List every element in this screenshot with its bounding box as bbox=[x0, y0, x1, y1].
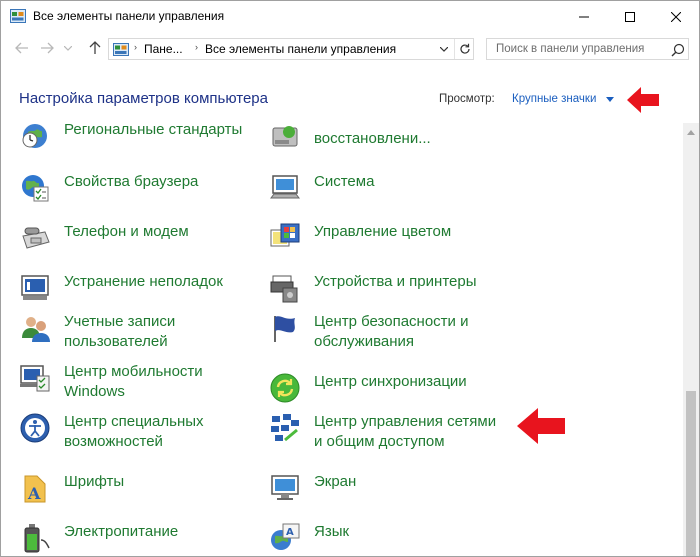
item-label: восстановлени... bbox=[314, 130, 431, 147]
item-internet-options[interactable]: Свойства браузера bbox=[19, 172, 259, 216]
chevron-down-icon bbox=[440, 46, 448, 52]
item-label: Свойства браузера bbox=[64, 173, 199, 190]
item-label: Центр управления сетями и общим доступом bbox=[314, 413, 497, 450]
item-label: Телефон и модем bbox=[64, 223, 189, 240]
item-label: Центр мобильности Windows bbox=[64, 363, 203, 400]
item-user-accounts[interactable]: Учетные записи пользователей bbox=[19, 312, 259, 356]
close-button[interactable] bbox=[653, 1, 699, 32]
caret-down-icon[interactable] bbox=[606, 97, 614, 102]
close-icon bbox=[671, 11, 681, 22]
red-arrow-annotation bbox=[627, 87, 659, 113]
search-box[interactable]: Поиск в панели управления bbox=[486, 38, 689, 60]
item-security-maintenance[interactable]: Центр безопасности и обслуживания bbox=[269, 312, 509, 356]
address-box[interactable]: › Пане... › Все элементы панели управлен… bbox=[108, 38, 474, 60]
item-label: Центр синхронизации bbox=[314, 373, 467, 390]
forward-button[interactable] bbox=[37, 38, 57, 58]
item-label: Экран bbox=[314, 473, 357, 490]
red-arrow-annotation bbox=[517, 408, 565, 444]
item-label: Электропитание bbox=[64, 523, 179, 540]
item-language[interactable]: A Язык bbox=[269, 522, 509, 556]
display-icon bbox=[271, 475, 299, 500]
network-sharing-icon bbox=[271, 414, 299, 442]
item-regional-settings[interactable]: Региональные стандарты bbox=[19, 123, 259, 164]
breadcrumb-item[interactable]: Все элементы панели управления bbox=[205, 42, 396, 56]
item-color-management[interactable]: Управление цветом bbox=[269, 222, 509, 266]
system-icon bbox=[270, 175, 300, 199]
item-mobility-center[interactable]: Центр мобильности Windows bbox=[19, 362, 259, 406]
back-button[interactable] bbox=[12, 38, 32, 58]
sync-center-icon bbox=[270, 373, 300, 403]
page-title: Настройка параметров компьютера bbox=[19, 90, 268, 107]
minimize-icon bbox=[579, 16, 589, 17]
control-panel-window: Все элементы панели управления › Пане...… bbox=[0, 0, 700, 557]
language-icon: A bbox=[271, 523, 300, 550]
breadcrumb-separator: › bbox=[195, 42, 198, 52]
user-accounts-icon bbox=[22, 317, 50, 342]
devices-printers-icon bbox=[270, 275, 298, 303]
control-panel-items: Региональные стандарты Свойства браузера… bbox=[1, 123, 683, 556]
minimize-button[interactable] bbox=[561, 1, 607, 32]
internet-options-icon bbox=[22, 175, 49, 202]
content-header: Настройка параметров компьютера Просмотр… bbox=[1, 65, 699, 123]
item-label: Региональные стандарты bbox=[64, 123, 243, 138]
arrow-right-icon bbox=[41, 42, 54, 54]
regional-settings-icon bbox=[22, 124, 47, 148]
vertical-scrollbar[interactable] bbox=[683, 123, 699, 556]
arrow-left-icon bbox=[15, 42, 28, 54]
mobility-center-icon bbox=[20, 365, 50, 392]
title-bar[interactable]: Все элементы панели управления bbox=[1, 1, 699, 32]
item-power-options[interactable]: Электропитание bbox=[19, 522, 259, 556]
maximize-icon bbox=[625, 11, 635, 22]
window-title: Все элементы панели управления bbox=[33, 9, 225, 23]
chevron-down-icon bbox=[64, 45, 72, 51]
breadcrumb-separator: › bbox=[134, 42, 137, 52]
item-backup-restore[interactable]: восстановлени... bbox=[269, 123, 509, 164]
item-devices-printers[interactable]: Устройства и принтеры bbox=[269, 272, 509, 316]
ease-of-access-icon bbox=[20, 413, 50, 443]
color-management-icon bbox=[270, 223, 300, 247]
breadcrumb-item[interactable]: Пане... bbox=[144, 42, 183, 56]
scrollbar-thumb[interactable] bbox=[686, 391, 696, 556]
item-ease-of-access[interactable]: Центр специальных возможностей bbox=[19, 412, 259, 456]
item-troubleshooting[interactable]: Устранение неполадок bbox=[19, 272, 259, 316]
item-label: Шрифты bbox=[64, 473, 125, 490]
search-placeholder: Поиск в панели управления bbox=[496, 43, 645, 55]
item-label: Управление цветом bbox=[314, 223, 452, 240]
navigation-bar: › Пане... › Все элементы панели управлен… bbox=[1, 32, 699, 65]
item-display[interactable]: Экран bbox=[269, 472, 509, 516]
maximize-button[interactable] bbox=[607, 1, 653, 32]
troubleshooting-icon bbox=[21, 275, 49, 300]
backup-restore-icon bbox=[272, 126, 298, 147]
scroll-up-icon[interactable] bbox=[687, 130, 695, 135]
fonts-icon: A bbox=[24, 475, 46, 503]
item-system[interactable]: Система bbox=[269, 172, 509, 216]
security-maintenance-icon bbox=[274, 316, 295, 342]
item-label: Система bbox=[314, 173, 375, 190]
item-label: Центр специальных возможностей bbox=[64, 413, 204, 450]
up-button[interactable] bbox=[85, 38, 105, 58]
item-label: Устройства и принтеры bbox=[314, 273, 477, 290]
power-options-icon bbox=[24, 524, 50, 553]
item-fonts[interactable]: A Шрифты bbox=[19, 472, 259, 516]
refresh-icon bbox=[459, 43, 470, 54]
item-phone-modem[interactable]: Телефон и модем bbox=[19, 222, 259, 266]
item-label: Учетные записи пользователей bbox=[64, 313, 176, 350]
control-panel-icon bbox=[10, 9, 26, 23]
svg-text:A: A bbox=[27, 484, 41, 503]
view-label: Просмотр: bbox=[439, 93, 495, 105]
recent-locations-button[interactable] bbox=[62, 38, 74, 58]
control-panel-icon bbox=[113, 43, 129, 56]
view-mode-dropdown[interactable]: Крупные значки bbox=[512, 93, 596, 105]
phone-modem-icon bbox=[22, 227, 50, 249]
search-icon[interactable] bbox=[671, 43, 685, 57]
arrow-up-icon bbox=[89, 41, 101, 54]
item-network-sharing[interactable]: Центр управления сетями и общим доступом bbox=[269, 412, 509, 456]
svg-text:A: A bbox=[286, 527, 294, 538]
item-label: Устранение неполадок bbox=[64, 273, 223, 290]
item-sync-center[interactable]: Центр синхронизации bbox=[269, 372, 509, 416]
item-label: Центр безопасности и обслуживания bbox=[314, 313, 469, 350]
address-dropdown-button[interactable] bbox=[435, 39, 453, 59]
item-label: Язык bbox=[314, 523, 350, 540]
refresh-button[interactable] bbox=[454, 39, 474, 59]
